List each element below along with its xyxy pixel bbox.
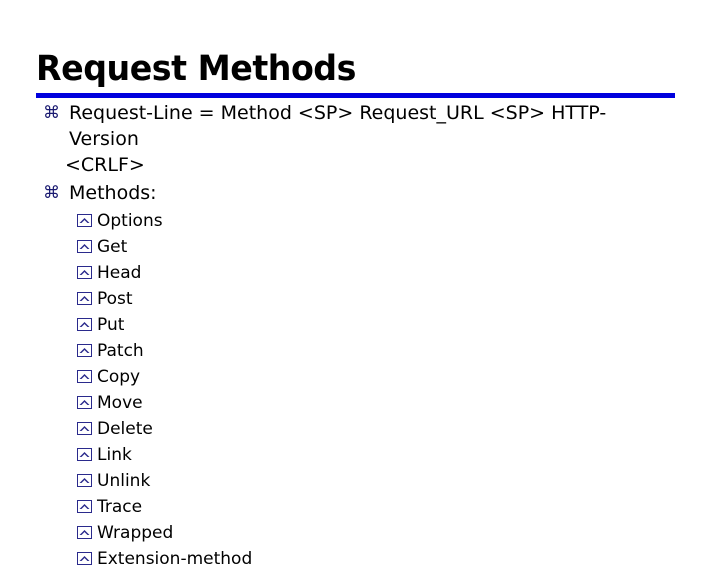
boxed-caret-bullet-icon	[77, 500, 92, 513]
boxed-caret-bullet-icon	[77, 448, 92, 461]
method-list-item: Move	[0, 390, 720, 416]
boxed-caret-bullet-icon	[77, 370, 92, 383]
bullet-item-methods: ⌘ Methods:	[0, 180, 720, 206]
method-list-item: Unlink	[0, 468, 720, 494]
boxed-caret-bullet-icon	[77, 266, 92, 279]
boxed-caret-bullet-icon	[77, 344, 92, 357]
method-list-item: Wrapped	[0, 520, 720, 546]
bullet-item-request-line-label: Request-Line = Method <SP> Request_URL <…	[69, 102, 607, 150]
method-list-item-label: Put	[97, 315, 125, 335]
method-list-item: Extension-method	[0, 546, 720, 572]
method-list-item: Head	[0, 260, 720, 286]
title-divider-rule	[36, 93, 675, 98]
method-list-item: Options	[0, 208, 720, 234]
method-list-item-label: Options	[97, 211, 163, 231]
method-list-item-label: Extension-method	[97, 549, 253, 569]
bullet-item-methods-label: Methods:	[69, 182, 157, 204]
method-list-item: Copy	[0, 364, 720, 390]
boxed-caret-bullet-icon	[77, 318, 92, 331]
boxed-caret-bullet-icon	[77, 552, 92, 565]
method-list-item: Get	[0, 234, 720, 260]
method-list-item: Delete	[0, 416, 720, 442]
boxed-caret-bullet-icon	[77, 396, 92, 409]
method-list-item-label: Get	[97, 237, 128, 257]
method-list-item: Put	[0, 312, 720, 338]
bullet-item-request-line: ⌘ Request-Line = Method <SP> Request_URL…	[0, 100, 720, 178]
slide-canvas: Request Methods ⌘ Request-Line = Method …	[0, 0, 720, 569]
method-list-item-label: Unlink	[97, 471, 151, 491]
method-list-item-label: Head	[97, 263, 142, 283]
method-list-item-label: Wrapped	[97, 523, 174, 543]
method-list-item: Patch	[0, 338, 720, 364]
boxed-caret-bullet-icon	[77, 422, 92, 435]
method-list-item-label: Post	[97, 289, 133, 309]
boxed-caret-bullet-icon	[77, 474, 92, 487]
method-list-item-label: Trace	[97, 497, 143, 517]
page-title: Request Methods	[36, 49, 356, 89]
place-of-interest-bullet-icon: ⌘	[43, 183, 60, 203]
method-list-item-label: Link	[97, 445, 132, 465]
method-list-item-label: Delete	[97, 419, 153, 439]
method-list-item: Post	[0, 286, 720, 312]
boxed-caret-bullet-icon	[77, 526, 92, 539]
bullet-item-request-line-continuation: <CRLF>	[65, 154, 145, 176]
method-list-item-label: Patch	[97, 341, 144, 361]
method-list-item: Link	[0, 442, 720, 468]
slide-body: ⌘ Request-Line = Method <SP> Request_URL…	[0, 100, 720, 572]
boxed-caret-bullet-icon	[77, 292, 92, 305]
method-list: Options Get Head Post Put Patch Copy Move Delete…	[0, 208, 720, 572]
method-list-item-label: Copy	[97, 367, 141, 387]
boxed-caret-bullet-icon	[77, 214, 92, 227]
method-list-item-label: Move	[97, 393, 143, 413]
place-of-interest-bullet-icon: ⌘	[43, 103, 60, 123]
method-list-item: Trace	[0, 494, 720, 520]
boxed-caret-bullet-icon	[77, 240, 92, 253]
